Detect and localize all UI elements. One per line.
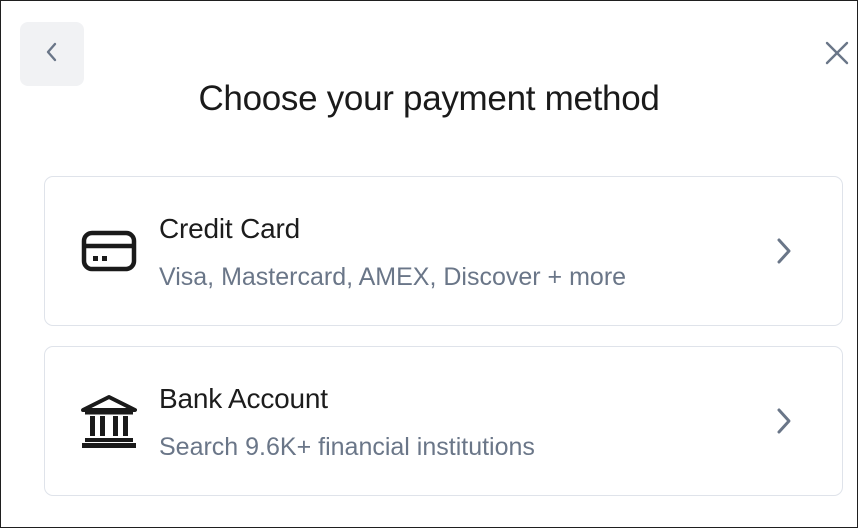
page-title: Choose your payment method — [198, 79, 660, 118]
back-button[interactable] — [20, 22, 84, 86]
close-button[interactable] — [819, 37, 855, 73]
close-icon — [822, 38, 852, 73]
credit-card-option[interactable]: Credit Card Visa, Mastercard, AMEX, Disc… — [44, 176, 843, 326]
bank-account-title: Bank Account — [159, 383, 328, 414]
bank-icon — [81, 393, 137, 449]
chevron-right-icon — [772, 403, 796, 439]
chevron-left-icon — [42, 39, 62, 70]
payment-method-dialog: Choose your payment method Credit Card V… — [0, 0, 858, 528]
chevron-right-icon — [772, 233, 796, 269]
credit-card-icon — [81, 223, 137, 279]
credit-card-title: Credit Card — [159, 213, 300, 244]
bank-account-subtitle: Search 9.6K+ financial institutions — [159, 433, 535, 461]
credit-card-subtitle: Visa, Mastercard, AMEX, Discover + more — [159, 263, 627, 291]
bank-account-option[interactable]: Bank Account Search 9.6K+ financial inst… — [44, 346, 843, 496]
